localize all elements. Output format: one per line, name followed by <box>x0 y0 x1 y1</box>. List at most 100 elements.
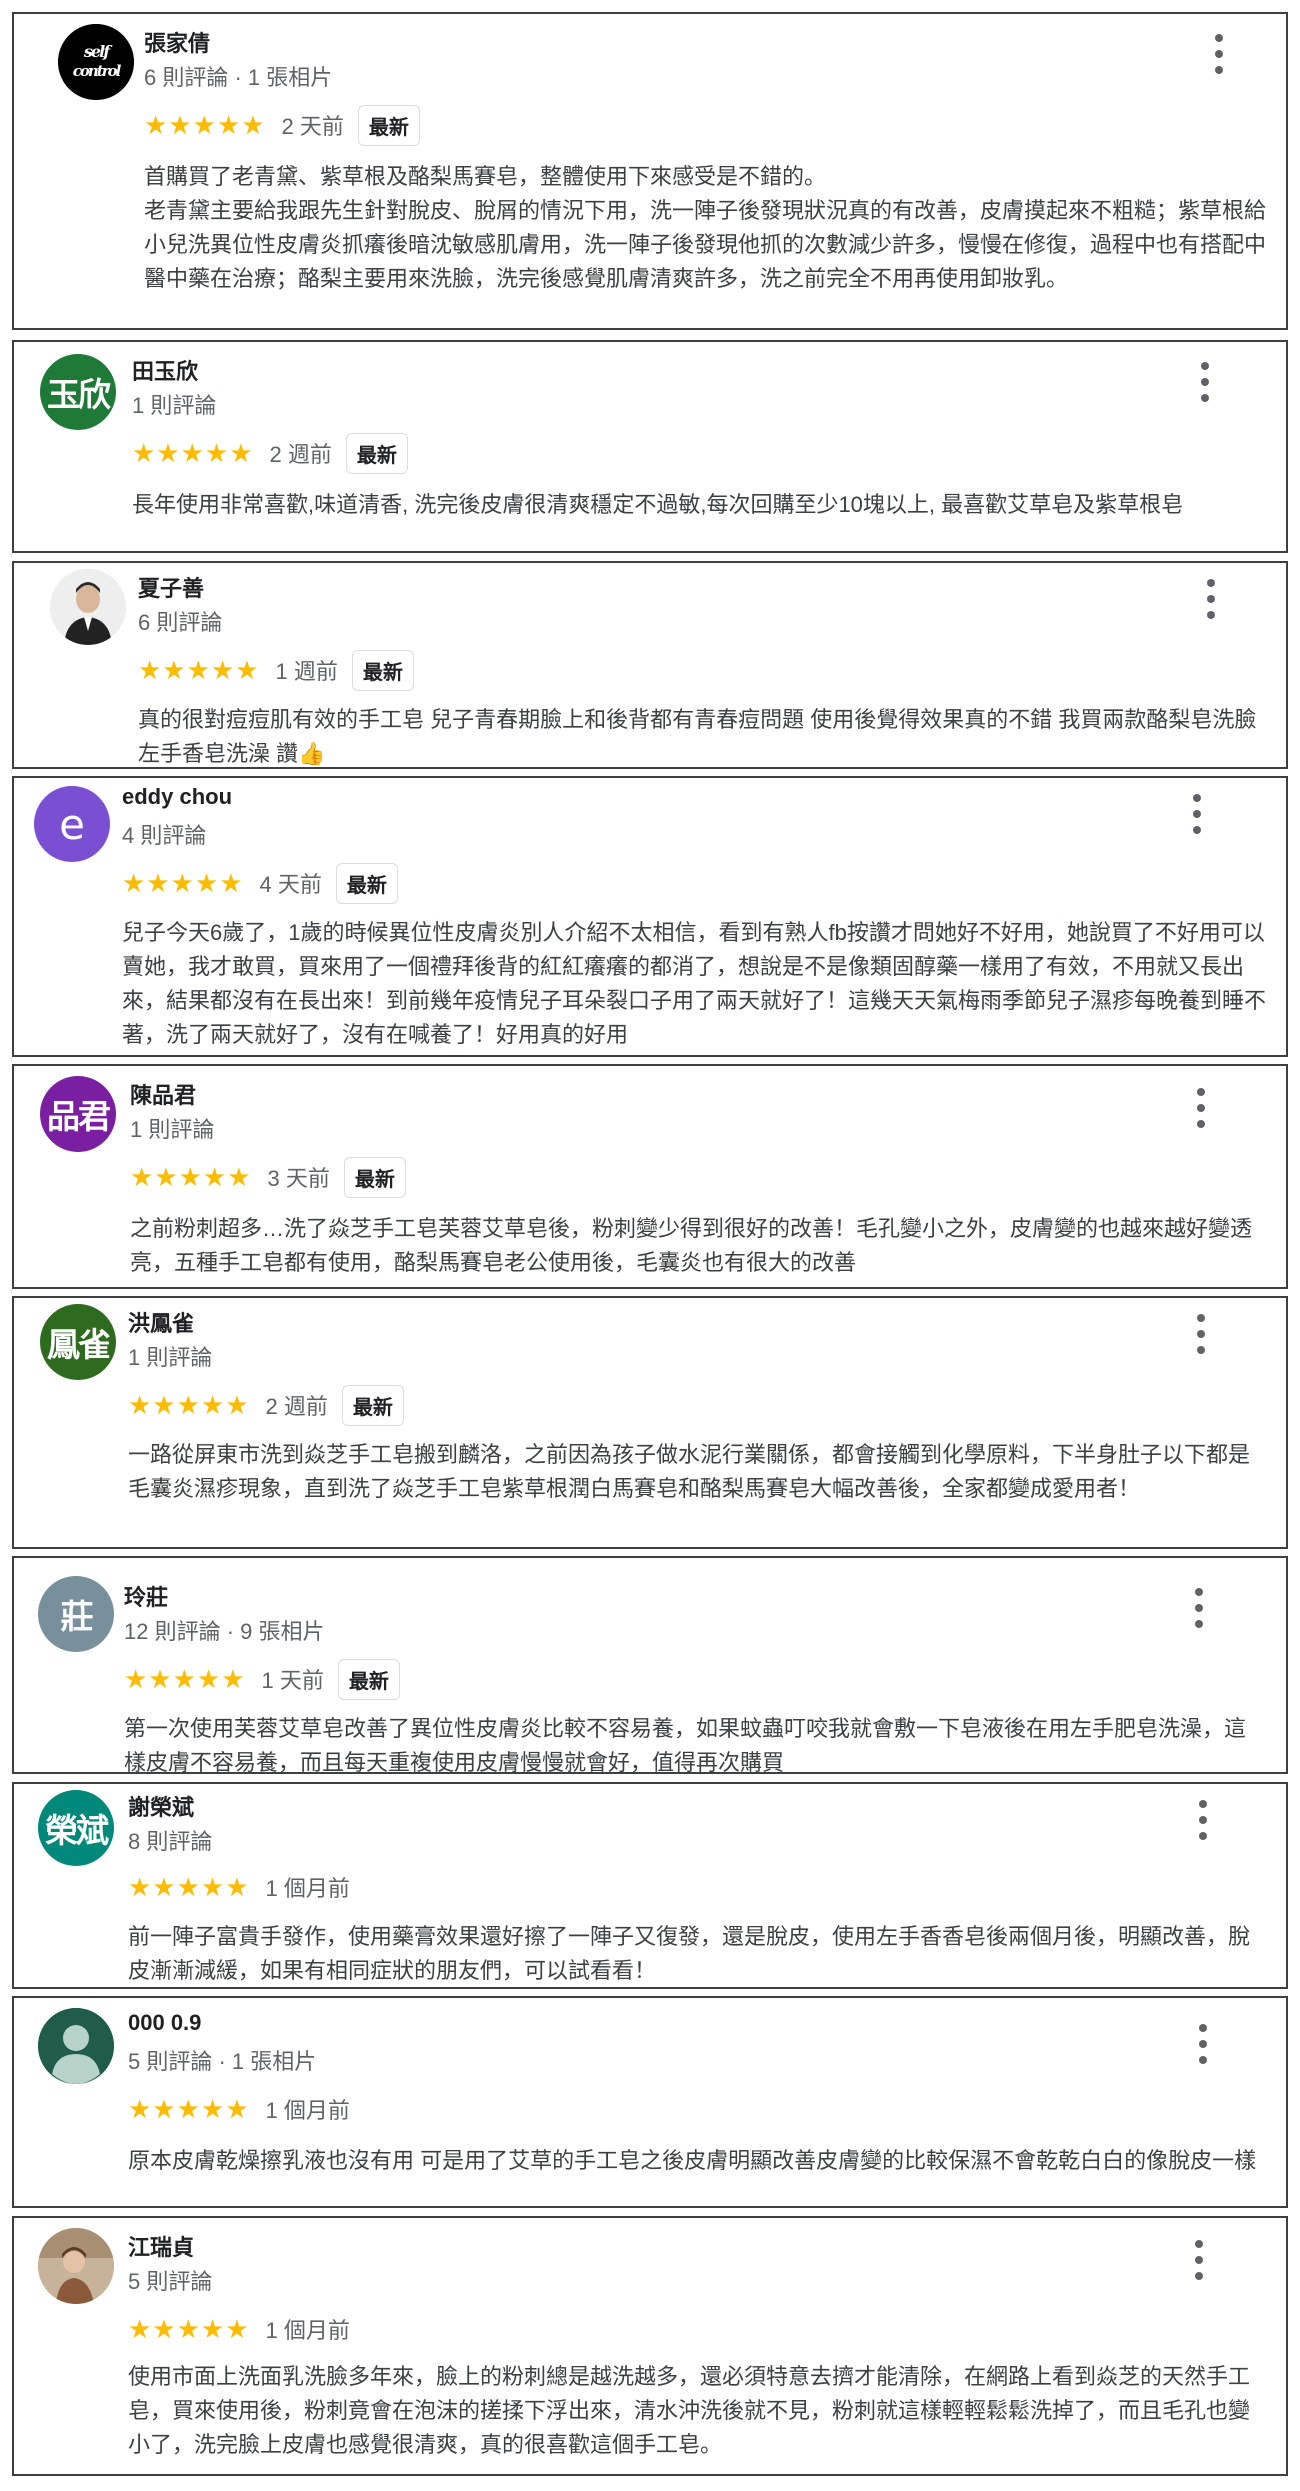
review-card: 夏子善 6 則評論 ★★★★★ 1 週前 最新 真的很對痘痘肌有效的手工皂 兒子… <box>12 561 1288 769</box>
avatar[interactable] <box>38 2008 114 2084</box>
profile-photo-icon <box>38 2228 114 2304</box>
review-text: 兒子今天6歲了，1歲的時候異位性皮膚炎別人介紹不太相信，看到有熟人fb按讚才問她… <box>122 916 1266 1052</box>
newest-badge: 最新 <box>341 1384 404 1426</box>
review-paragraph: 長年使用非常喜歡,味道清香, 洗完後皮膚很清爽穩定不過敏,每次回購至少10塊以上… <box>132 492 1184 517</box>
reviewer-meta: 6 則評論 <box>138 610 223 635</box>
review-paragraph: 老青黛主要給我跟先生針對脫皮、脫屑的情況下用，洗一陣子後發現狀況真的有改善，皮膚… <box>144 198 1267 291</box>
newest-badge: 最新 <box>351 649 414 691</box>
reviewer-name[interactable]: 洪鳳雀 <box>128 1306 194 1338</box>
reviewer-meta: 5 則評論 · 1 張相片 <box>128 2049 317 2074</box>
rating-row: ★★★★★ 3 天前 最新 <box>130 1156 406 1198</box>
reviewer-name[interactable]: 陳品君 <box>130 1078 196 1110</box>
default-person-icon <box>38 2008 114 2084</box>
star-rating: ★★★★★ <box>128 2094 250 2124</box>
review-text: 真的很對痘痘肌有效的手工皂 兒子青春期臉上和後背都有青春痘問題 使用後覺得效果真… <box>138 703 1266 771</box>
review-paragraph: 真的很對痘痘肌有效的手工皂 兒子青春期臉上和後背都有青春痘問題 使用後覺得效果真… <box>138 707 1257 766</box>
reviewer-name[interactable]: 江瑞貞 <box>128 2230 194 2262</box>
review-paragraph: 原本皮膚乾燥擦乳液也沒有用 可是用了艾草的手工皂之後皮膚明顯改善皮膚變的比較保濕… <box>128 2148 1257 2173</box>
more-options-icon[interactable] <box>1194 1588 1204 1628</box>
newest-badge: 最新 <box>343 1156 406 1198</box>
review-card: 鳳雀 洪鳳雀 1 則評論 ★★★★★ 2 週前 最新 一路從屏東市洗到焱芝手工皂… <box>12 1296 1288 1549</box>
more-options-icon[interactable] <box>1200 362 1210 402</box>
review-time: 1 天前 <box>261 1668 324 1693</box>
review-time: 2 週前 <box>269 442 332 467</box>
review-card: 榮斌 謝榮斌 8 則評論 ★★★★★ 1 個月前 前一陣子富貴手發作，使用藥膏效… <box>12 1782 1288 1989</box>
avatar[interactable]: 玉欣 <box>40 354 116 430</box>
review-text: 長年使用非常喜歡,味道清香, 洗完後皮膚很清爽穩定不過敏,每次回購至少10塊以上… <box>132 488 1266 522</box>
rating-row: ★★★★★ 1 週前 最新 <box>138 649 414 691</box>
review-text: 使用市面上洗面乳洗臉多年來，臉上的粉刺總是越洗越多，還必須特意去擠才能清除，在網… <box>128 2360 1266 2462</box>
profile-photo-icon <box>50 569 126 645</box>
star-rating: ★★★★★ <box>138 655 260 685</box>
review-time: 4 天前 <box>259 872 322 897</box>
avatar[interactable] <box>38 2228 114 2304</box>
more-options-icon[interactable] <box>1192 794 1202 834</box>
review-card: e eddy chou 4 則評論 ★★★★★ 4 天前 最新 兒子今天6歲了，… <box>12 776 1288 1057</box>
review-text: 之前粉刺超多…洗了焱芝手工皂芙蓉艾草皂後，粉刺變少得到很好的改善！毛孔變小之外，… <box>130 1212 1266 1280</box>
reviewer-meta: 1 則評論 <box>132 393 217 418</box>
review-text: 原本皮膚乾燥擦乳液也沒有用 可是用了艾草的手工皂之後皮膚明顯改善皮膚變的比較保濕… <box>128 2144 1266 2178</box>
more-options-icon[interactable] <box>1198 2024 1208 2064</box>
review-time: 1 週前 <box>275 659 338 684</box>
newest-badge: 最新 <box>345 432 408 474</box>
rating-row: ★★★★★ 4 天前 最新 <box>122 862 398 904</box>
reviewer-name[interactable]: 玲莊 <box>124 1580 168 1612</box>
avatar[interactable]: 品君 <box>40 1076 116 1152</box>
reviewer-name[interactable]: 田玉欣 <box>132 354 198 386</box>
avatar[interactable]: 鳳雀 <box>40 1304 116 1380</box>
reviewer-name[interactable]: 張家倩 <box>144 26 210 58</box>
reviewer-name[interactable]: 000 0.9 <box>128 2010 201 2036</box>
more-options-icon[interactable] <box>1196 1088 1206 1128</box>
rating-row: ★★★★★ 2 週前 最新 <box>128 1384 404 1426</box>
rating-row: ★★★★★ 1 個月前 <box>128 2090 350 2128</box>
review-time: 1 個月前 <box>265 1876 350 1901</box>
review-paragraph: 首購買了老青黛、紫草根及酪梨馬賽皂，整體使用下來感受是不錯的。 <box>144 164 827 189</box>
review-paragraph: 一路從屏東市洗到焱芝手工皂搬到麟洛，之前因為孩子做水泥行業關係，都會接觸到化學原… <box>128 1442 1251 1501</box>
star-rating: ★★★★★ <box>144 110 266 140</box>
reviewer-meta: 5 則評論 <box>128 2269 213 2294</box>
review-card: 000 0.9 5 則評論 · 1 張相片 ★★★★★ 1 個月前 原本皮膚乾燥… <box>12 1996 1288 2208</box>
star-rating: ★★★★★ <box>128 2314 250 2344</box>
review-text: 首購買了老青黛、紫草根及酪梨馬賽皂，整體使用下來感受是不錯的。 老青黛主要給我跟… <box>144 160 1266 296</box>
reviewer-meta: 4 則評論 <box>122 823 207 848</box>
newest-badge: 最新 <box>357 104 420 146</box>
rating-row: ★★★★★ 1 個月前 <box>128 2310 350 2348</box>
more-options-icon[interactable] <box>1194 2240 1204 2280</box>
avatar[interactable]: self control <box>58 24 134 100</box>
review-paragraph: 兒子今天6歲了，1歲的時候異位性皮膚炎別人介紹不太相信，看到有熟人fb按讚才問她… <box>122 920 1267 1047</box>
review-paragraph: 前一陣子富貴手發作，使用藥膏效果還好擦了一陣子又復發，還是脫皮，使用左手香香皂後… <box>128 1924 1251 1983</box>
reviewer-meta: 1 則評論 <box>128 1345 213 1370</box>
more-options-icon[interactable] <box>1196 1314 1206 1354</box>
review-time: 2 天前 <box>281 114 344 139</box>
svg-text:control: control <box>73 62 122 80</box>
more-options-icon[interactable] <box>1214 34 1224 74</box>
rating-row: ★★★★★ 2 天前 最新 <box>144 104 420 146</box>
star-rating: ★★★★★ <box>124 1664 246 1694</box>
review-paragraph: 之前粉刺超多…洗了焱芝手工皂芙蓉艾草皂後，粉刺變少得到很好的改善！毛孔變小之外，… <box>130 1216 1253 1275</box>
reviewer-meta: 6 則評論 · 1 張相片 <box>144 65 333 90</box>
reviewer-name[interactable]: eddy chou <box>122 784 232 810</box>
review-card: 玉欣 田玉欣 1 則評論 ★★★★★ 2 週前 最新 長年使用非常喜歡,味道清香… <box>12 340 1288 553</box>
reviewer-name[interactable]: 夏子善 <box>138 571 204 603</box>
star-rating: ★★★★★ <box>132 438 254 468</box>
avatar[interactable] <box>50 569 126 645</box>
avatar[interactable]: e <box>34 786 110 862</box>
review-text: 第一次使用芙蓉艾草皂改善了異位性皮膚炎比較不容易養，如果蚊蟲叮咬我就會敷一下皂液… <box>124 1712 1266 1780</box>
reviewer-name[interactable]: 謝榮斌 <box>128 1790 194 1822</box>
avatar[interactable]: 榮斌 <box>38 1790 114 1866</box>
self-control-logo-icon: self control <box>58 24 134 100</box>
star-rating: ★★★★★ <box>128 1390 250 1420</box>
review-card: self control 張家倩 6 則評論 · 1 張相片 ★★★★★ 2 天… <box>12 12 1288 330</box>
more-options-icon[interactable] <box>1206 579 1216 619</box>
reviewer-meta: 12 則評論 · 9 張相片 <box>124 1619 325 1644</box>
newest-badge: 最新 <box>335 862 398 904</box>
rating-row: ★★★★★ 1 個月前 <box>128 1868 350 1906</box>
avatar[interactable]: 莊 <box>38 1576 114 1652</box>
review-time: 1 個月前 <box>265 2318 350 2343</box>
newest-badge: 最新 <box>337 1658 400 1700</box>
review-card: 品君 陳品君 1 則評論 ★★★★★ 3 天前 最新 之前粉刺超多…洗了焱芝手工… <box>12 1064 1288 1289</box>
review-text: 前一陣子富貴手發作，使用藥膏效果還好擦了一陣子又復發，還是脫皮，使用左手香香皂後… <box>128 1920 1266 1988</box>
more-options-icon[interactable] <box>1198 1800 1208 1840</box>
star-rating: ★★★★★ <box>128 1872 250 1902</box>
review-text: 一路從屏東市洗到焱芝手工皂搬到麟洛，之前因為孩子做水泥行業關係，都會接觸到化學原… <box>128 1438 1266 1506</box>
